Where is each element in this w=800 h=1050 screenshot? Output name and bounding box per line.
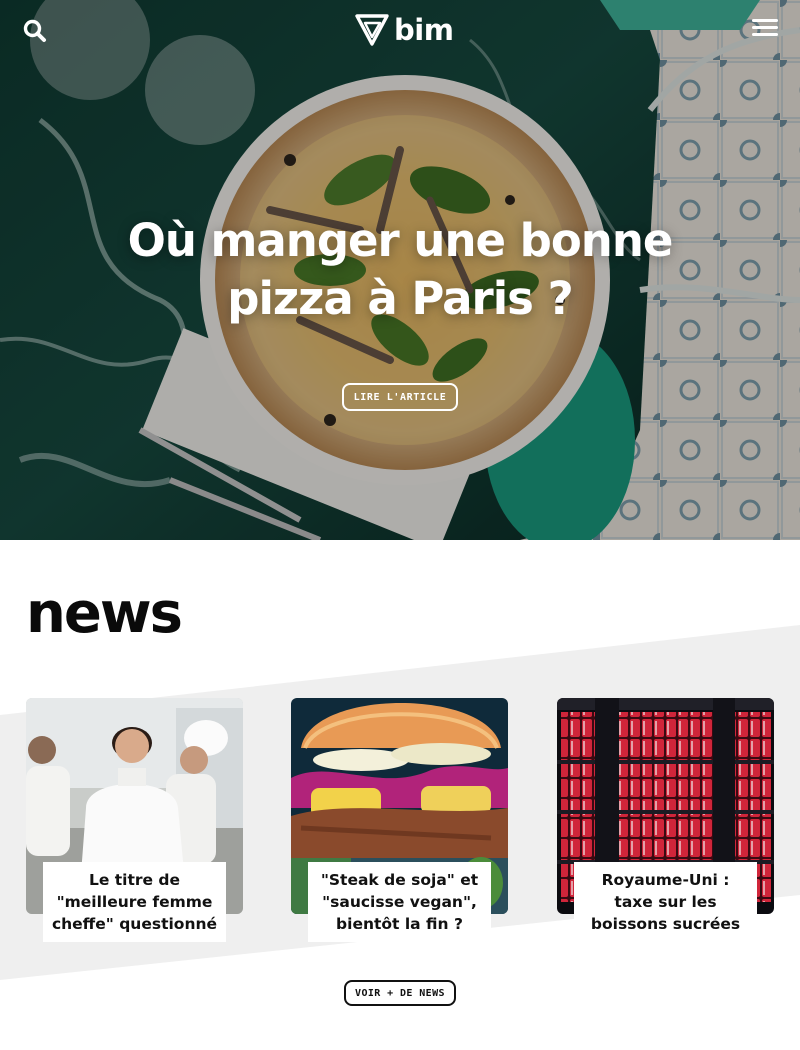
search-icon[interactable] [22, 18, 48, 44]
hero-banner[interactable]: bim Où manger une bonne pizza à Paris ? … [0, 0, 800, 540]
news-card-title[interactable]: "Steak de soja" et "saucisse vegan", bie… [308, 862, 491, 942]
logo-triangle-icon [355, 14, 389, 46]
hamburger-menu-icon[interactable] [752, 19, 778, 41]
news-card-title[interactable]: Le titre de "meilleure femme cheffe" que… [43, 862, 226, 942]
news-heading: news [26, 581, 183, 646]
site-header: bim [0, 0, 800, 60]
news-card-title[interactable]: Royaume-Uni : taxe sur les boissons sucr… [574, 862, 757, 942]
site-logo[interactable]: bim [354, 12, 454, 48]
hero-title[interactable]: Où manger une bonne pizza à Paris ? [100, 212, 700, 328]
news-card-cheffe[interactable]: Le titre de "meilleure femme cheffe" que… [26, 698, 243, 942]
logo-text: bim [394, 12, 454, 47]
read-article-button[interactable]: LIRE L'ARTICLE [342, 383, 458, 411]
news-card-vegan[interactable]: "Steak de soja" et "saucisse vegan", bie… [291, 698, 508, 942]
news-card-soda-tax[interactable]: Royaume-Uni : taxe sur les boissons sucr… [557, 698, 774, 942]
see-more-news-button[interactable]: VOIR + DE NEWS [344, 980, 456, 1006]
